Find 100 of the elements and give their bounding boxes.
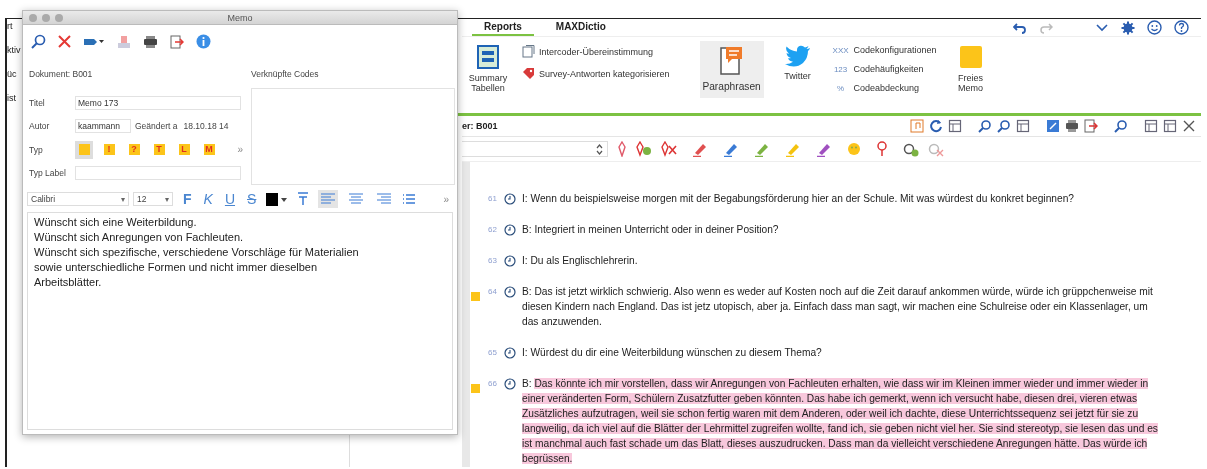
line-number: 63 xyxy=(488,255,498,265)
memo-text-line: Wünscht sich spezifische, verschiedene Vorschläge für Materialien xyxy=(34,245,360,260)
bold-button[interactable]: F xyxy=(181,191,194,207)
clock-icon[interactable] xyxy=(504,193,516,205)
info-icon[interactable] xyxy=(196,34,211,49)
zoom-in-icon[interactable] xyxy=(997,119,1011,133)
refresh-icon[interactable] xyxy=(929,119,943,133)
transcript-paragraph: I: Würdest du dir eine Weiterbildung wünschen zu diesem Thema? xyxy=(522,346,823,360)
updown-icon xyxy=(596,143,603,155)
type-label-field[interactable] xyxy=(75,166,241,181)
clock-icon[interactable] xyxy=(504,255,516,267)
memo-text-line: Wünscht sich eine Weiterbildung. xyxy=(34,215,198,230)
document-label: Dokument: B001 xyxy=(29,69,94,79)
field-label: Geändert a xyxy=(135,121,178,132)
exit-icon[interactable] xyxy=(170,34,184,49)
memo-marker[interactable] xyxy=(471,292,480,301)
printer-icon[interactable] xyxy=(143,34,158,49)
field-label: Autor xyxy=(29,121,51,132)
transcript-paragraph: I: Du als Englischlehrerin. xyxy=(522,254,639,268)
window-title: Memo xyxy=(226,12,254,23)
code-remove-icon[interactable] xyxy=(661,141,677,157)
edit-icon[interactable] xyxy=(1046,119,1060,133)
memo-marker[interactable] xyxy=(471,384,480,393)
line-number: 61 xyxy=(488,193,498,203)
search-icon[interactable] xyxy=(1114,119,1128,133)
intercoder-button[interactable]: Intercoder-Übereinstimmung xyxy=(522,43,670,60)
code-coverage-button[interactable]: % Codeabdeckung xyxy=(831,81,937,95)
printer-icon[interactable] xyxy=(1065,119,1079,133)
ribbon-tab[interactable]: Reports xyxy=(472,19,534,36)
speech-bubble-icon xyxy=(719,45,744,75)
search-icon[interactable] xyxy=(31,34,46,49)
number-label: 123 xyxy=(832,64,849,74)
pin-icon[interactable] xyxy=(876,141,888,157)
italic-button[interactable]: K xyxy=(201,191,215,207)
clock-icon[interactable] xyxy=(504,224,516,236)
transcript-paragraph: B: Integriert in meinen Unterricht oder in deiner Position? xyxy=(522,223,780,237)
memo-text-line: sowie unterschiedliche Formen und nicht immer dieselben xyxy=(34,260,319,275)
exit-icon[interactable] xyxy=(1084,119,1098,133)
close-icon[interactable] xyxy=(58,35,71,48)
more-button[interactable]: » xyxy=(443,193,453,205)
close-icon[interactable] xyxy=(1182,119,1196,133)
code-frequencies-button[interactable]: 123 Codehäufigkeiten xyxy=(831,62,937,76)
link-add-icon[interactable] xyxy=(903,141,919,157)
clock-icon[interactable] xyxy=(504,347,516,359)
transcript-paragraph: I: Wenn du beispielsweise morgen mit der Begabungsförderung hier an der Schule. Mit was würdest du konkret beginnen? xyxy=(522,192,1075,206)
tag-icon xyxy=(522,67,535,80)
zoom-out-icon[interactable] xyxy=(978,119,992,133)
chevron-down-icon[interactable] xyxy=(1095,22,1109,33)
pin-icon[interactable] xyxy=(617,141,627,157)
more-button[interactable]: » xyxy=(237,144,247,156)
code-add-icon[interactable] xyxy=(636,141,652,157)
cut-label: üc xyxy=(7,69,18,79)
size-dropdown[interactable]: 12 ▾ xyxy=(133,192,173,206)
field-label: Typ Label xyxy=(29,168,67,179)
summary-tables-button[interactable]: Summary Tabellen xyxy=(462,41,514,97)
survey-button[interactable]: Survey-Antworten kategorisieren xyxy=(522,65,670,82)
strikethrough-button[interactable]: S xyxy=(245,191,259,207)
list-icon[interactable] xyxy=(402,193,417,205)
document-title: er: B001 xyxy=(462,121,498,131)
line-number: 65 xyxy=(488,347,498,357)
grid-icon[interactable] xyxy=(948,119,962,133)
undo-icon[interactable] xyxy=(1013,21,1027,34)
font-dropdown[interactable]: Calibri ▾ xyxy=(27,192,129,206)
code-configurations-button[interactable]: XXX Codekonfigurationen xyxy=(831,43,937,57)
highlighter-icon[interactable] xyxy=(692,141,708,157)
date-value: 18.10.18 14 xyxy=(183,121,229,132)
clock-icon[interactable] xyxy=(504,286,516,298)
table-icon xyxy=(477,45,499,69)
field-label: Titel xyxy=(29,97,46,108)
smiley-icon[interactable] xyxy=(1147,20,1162,35)
percent-label: % xyxy=(836,83,846,93)
cut-label: ktiv xyxy=(7,45,22,55)
title-field[interactable]: Memo 173 xyxy=(75,95,241,110)
bird-icon xyxy=(784,45,811,67)
memo-text-line: Wünscht sich Anregungen von Fachleuten. xyxy=(34,230,245,245)
text-color-icon[interactable] xyxy=(266,192,289,206)
memo-text-editor[interactable] xyxy=(27,212,453,430)
highlighter-icon[interactable] xyxy=(754,141,770,157)
document-icon xyxy=(522,45,535,58)
help-icon[interactable] xyxy=(1174,20,1189,35)
settings-icon[interactable] xyxy=(1121,20,1135,35)
clock-icon[interactable] xyxy=(504,378,516,390)
free-memo-button[interactable]: Freies Memo xyxy=(944,41,997,97)
transcript-paragraph: B: Das könnte ich mir vorstellen, dass wir Anregungen von Fachleuten erhalten, wie dass wir im Kleinen immer wieder und immer wieder in einer veränderten Form, Schülern Zusatzfutter geben könnten. Das habe ich gemerkt, wenn ich versucht habe, diesen drei, vieren etwas Zusätzliches aufzutragen, weil sie schon fertig waren mit dem Anderen, oder weil ich dachte, diese Unterrichtssequenz sei jetzt für sie zu langweilig, da ich viel auf die Blätter der Lehrmittel zugreifen wollte, fand ich, sie geben nicht viel her. Sie sind stereotyp, sie lesen das und es ist manchmal auch fast schade um das Blatt, dieses auszudrucken. Dass man da vielleicht verschiedene Anregungen hätte. Das würde ich begrüssen. xyxy=(522,377,1159,466)
twitter-button[interactable]: Twitter xyxy=(771,41,824,85)
transcript-paragraph: B: Das ist jetzt wirklich schwierig. Also wenn es weder auf Kosten noch auf die Zeit darauf ankommen würde, würde ich grüppchenweise mit diesen Kindern nach England. Das ist jetz utopisch, aber ja. Einfach dass man sagt, wir machen eine Schulreise oder ein Klassenlager, um das anzuwenden. xyxy=(522,285,1154,329)
highlighter-icon[interactable] xyxy=(816,141,832,157)
highlighter-icon[interactable] xyxy=(723,141,739,157)
cut-label: rt xyxy=(7,21,14,31)
code-label: XXX xyxy=(831,45,850,55)
field-label: Typ xyxy=(29,144,44,155)
underline-button[interactable]: U xyxy=(222,191,238,207)
memo-text-line: Arbeitsblätter. xyxy=(34,275,103,290)
author-field[interactable]: kaammann xyxy=(75,119,131,134)
paraphrasen-button[interactable]: Paraphrasen xyxy=(699,41,764,98)
linked-codes-label: Verknüpfte Codes xyxy=(251,69,320,79)
ribbon-tab[interactable]: MAXDictio xyxy=(543,19,618,36)
sticky-note-icon xyxy=(958,45,983,69)
cut-label: ist xyxy=(7,93,17,103)
line-number: 64 xyxy=(488,286,498,296)
